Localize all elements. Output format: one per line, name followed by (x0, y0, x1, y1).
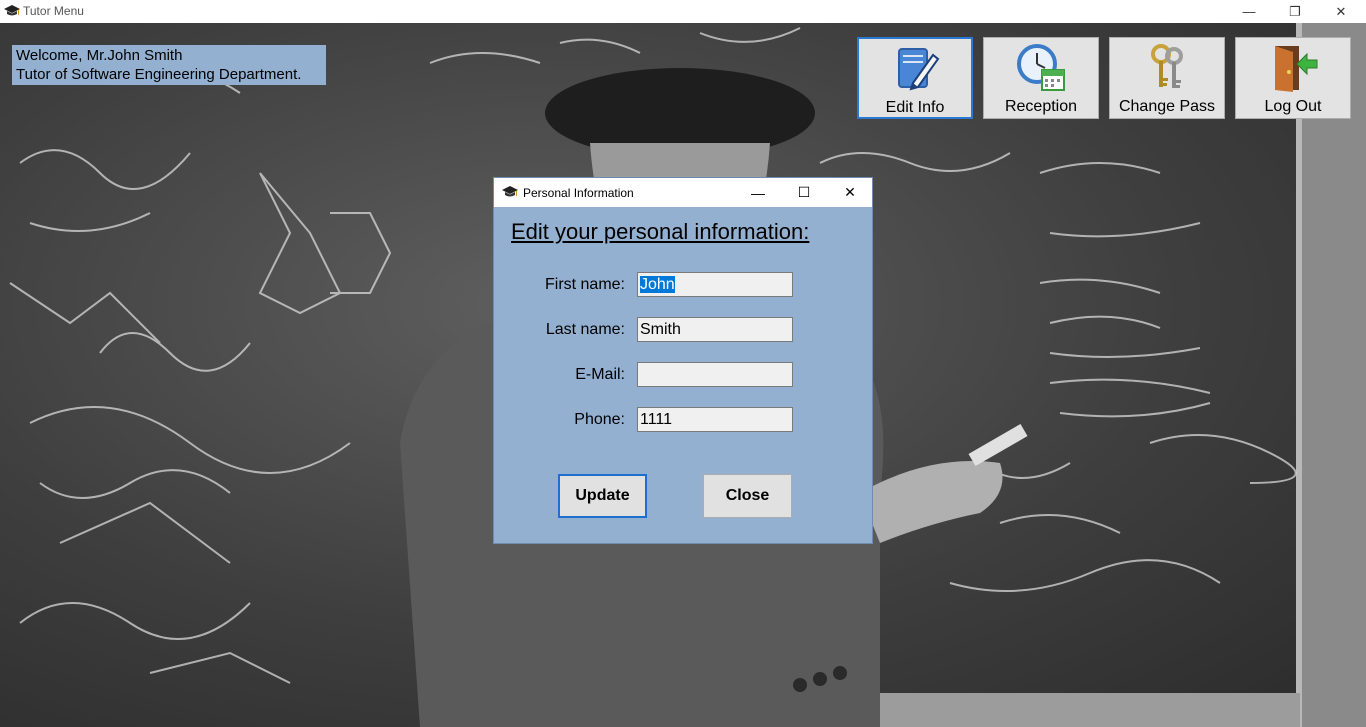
door-exit-icon (1275, 46, 1318, 92)
edit-info-label: Edit Info (885, 99, 945, 116)
graduation-cap-icon (502, 186, 518, 197)
last-name-label: Last name: (545, 321, 625, 338)
edit-info-button[interactable]: Edit Info (857, 37, 973, 119)
keys-icon (1151, 44, 1183, 88)
phone-label: Phone: (574, 411, 625, 428)
email-label: E-Mail: (575, 366, 625, 383)
dialog-titlebar: Personal Information — ☐ ✕ (494, 178, 872, 207)
clock-calendar-icon (1017, 44, 1065, 91)
minimize-button[interactable]: — (1226, 0, 1272, 23)
maximize-button[interactable]: ❐ (1272, 0, 1318, 23)
welcome-department-text: Tutor of Software Engineering Department… (16, 66, 302, 83)
last-name-field[interactable]: Smith (637, 317, 793, 342)
edit-document-icon (898, 48, 940, 91)
window-titlebar: Tutor Menu — ❐ ✕ (0, 0, 1366, 23)
change-pass-button[interactable]: Change Pass (1109, 37, 1225, 119)
personal-information-dialog: Personal Information — ☐ ✕ Edit your per… (493, 177, 873, 544)
dialog-minimize-button[interactable]: — (735, 178, 781, 207)
close-window-button[interactable]: ✕ (1318, 0, 1364, 23)
graduation-cap-icon (4, 5, 20, 16)
reception-button[interactable]: Reception (983, 37, 1099, 119)
change-pass-label: Change Pass (1118, 98, 1216, 115)
log-out-label: Log Out (1264, 98, 1322, 115)
welcome-name-text: Welcome, Mr.John Smith (16, 47, 183, 64)
first-name-label: First name: (544, 276, 625, 293)
update-button[interactable]: Update (558, 474, 647, 518)
window-title: Tutor Menu (23, 4, 84, 18)
welcome-label: Welcome, Mr.John Smith Tutor of Software… (12, 45, 326, 85)
close-button[interactable]: Close (703, 474, 792, 518)
dialog-close-icon-button[interactable]: ✕ (827, 178, 873, 207)
log-out-button[interactable]: Log Out (1235, 37, 1351, 119)
first-name-field[interactable]: John (637, 272, 793, 297)
dialog-title: Personal Information (523, 186, 634, 200)
reception-label: Reception (1004, 98, 1078, 115)
dialog-maximize-button[interactable]: ☐ (781, 178, 827, 207)
phone-field[interactable]: 1111 (637, 407, 793, 432)
dialog-heading: Edit your personal information: (511, 219, 810, 244)
email-field[interactable] (637, 362, 793, 387)
first-name-value: John (640, 276, 675, 293)
